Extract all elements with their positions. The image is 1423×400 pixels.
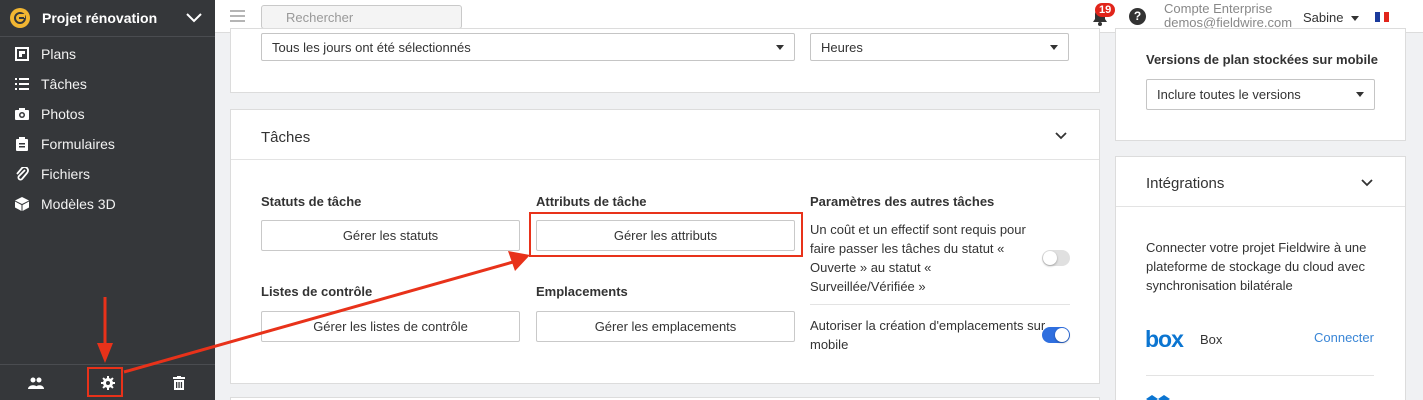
chevron-down-icon[interactable] (1361, 179, 1373, 187)
cost-effort-required-text: Un coût et un effectif sont requis pour … (810, 222, 1026, 294)
other-task-settings-label: Paramètres des autres tâches (810, 194, 995, 209)
chevron-down-icon[interactable] (1055, 132, 1067, 140)
tasks-card-title: Tâches (261, 129, 311, 146)
toggle-knob (1043, 251, 1057, 265)
divider (231, 159, 1099, 160)
divider (1116, 206, 1405, 207)
sidebar-nav: Plans Tâches Photos Formulaires Fichiers… (0, 37, 215, 219)
mobile-versions-title: Versions de plan stockées sur mobile (1146, 52, 1378, 67)
box-logo: box (1145, 326, 1184, 352)
notification-badge: 19 (1095, 3, 1116, 17)
cube-icon (14, 196, 30, 212)
settings-highlight-box (87, 367, 123, 397)
divider (1146, 375, 1374, 376)
search-box (261, 5, 462, 29)
sidebar-item-files[interactable]: Fichiers (0, 159, 215, 189)
cost-effort-required-toggle[interactable] (1042, 250, 1070, 266)
sidebar-item-label: Modèles 3D (41, 196, 116, 212)
checklists-label: Listes de contrôle (261, 284, 373, 299)
mobile-versions-card: Versions de plan stockées sur mobile Inc… (1115, 28, 1406, 141)
caret-down-icon (1356, 92, 1364, 97)
toggle-knob (1055, 328, 1069, 342)
chevron-down-icon[interactable] (183, 7, 205, 29)
sidebar-item-plans[interactable]: Plans (0, 39, 215, 69)
user-menu[interactable]: Sabine (1303, 10, 1360, 25)
sidebar: Projet rénovation Plans Tâches Photos Fo… (0, 0, 215, 400)
dropbox-icon (1146, 395, 1170, 400)
integrations-title: Intégrations (1146, 175, 1225, 192)
account-type: Compte Enterprise (1164, 1, 1273, 16)
sidebar-item-forms[interactable]: Formulaires (0, 129, 215, 159)
mobile-locations-toggle[interactable] (1042, 327, 1070, 343)
list-icon (14, 76, 30, 92)
sidebar-item-label: Tâches (41, 76, 87, 92)
sidebar-item-tasks[interactable]: Tâches (0, 69, 215, 99)
caret-down-icon (1050, 44, 1058, 50)
manage-locations-button[interactable]: Gérer les emplacements (536, 311, 795, 342)
paperclip-icon (14, 166, 30, 182)
sidebar-item-label: Formulaires (41, 136, 115, 152)
mobile-versions-value: Inclure toutes le versions (1157, 87, 1301, 102)
sidebar-item-3d-models[interactable]: Modèles 3D (0, 189, 215, 219)
mobile-versions-select[interactable]: Inclure toutes le versions (1146, 79, 1375, 110)
attributes-highlight-box (529, 212, 803, 257)
sidebar-item-photos[interactable]: Photos (0, 99, 215, 129)
time-unit-select[interactable]: Heures (810, 33, 1069, 61)
hamburger-menu-icon[interactable] (230, 10, 245, 25)
divider (810, 304, 1070, 305)
mobile-locations-text: Autoriser la création d'emplacements sur… (810, 318, 1046, 352)
team-icon[interactable] (0, 365, 72, 400)
caret-down-icon (776, 44, 784, 50)
camera-icon (14, 106, 30, 122)
trash-icon[interactable] (143, 365, 215, 400)
account-info[interactable]: Compte Enterprise demos@fieldwire.com (1164, 2, 1292, 30)
working-days-value: Tous les jours ont été sélectionnés (272, 39, 471, 55)
search-input[interactable] (286, 9, 462, 25)
task-statuses-label: Statuts de tâche (261, 194, 362, 209)
project-name: Projet rénovation (42, 10, 158, 26)
language-flag-icon[interactable] (1375, 12, 1390, 22)
sidebar-item-label: Fichiers (41, 166, 91, 182)
integrations-description: Connecter votre projet Fieldwire à une p… (1146, 240, 1367, 293)
project-switcher[interactable]: Projet rénovation (0, 0, 215, 37)
time-unit-value: Heures (821, 39, 863, 55)
user-name: Sabine (1303, 10, 1344, 25)
schedule-card: Tous les jours ont été sélectionnés Heur… (230, 28, 1100, 93)
task-attributes-label: Attributs de tâche (536, 194, 647, 209)
integrations-card: Intégrations Connecter votre projet Fiel… (1115, 156, 1406, 400)
project-logo-icon (10, 8, 30, 28)
manage-checklists-button[interactable]: Gérer les listes de contrôle (261, 311, 520, 342)
caret-down-icon (1351, 16, 1360, 22)
plans-icon (14, 46, 30, 62)
sidebar-item-label: Photos (41, 106, 85, 122)
help-icon[interactable]: ? (1129, 8, 1146, 25)
integration-name: Box (1200, 332, 1223, 347)
sidebar-item-label: Plans (41, 46, 77, 62)
manage-statuses-button[interactable]: Gérer les statuts (261, 220, 520, 251)
connect-box-link[interactable]: Connecter (1314, 330, 1374, 345)
working-days-select[interactable]: Tous les jours ont été sélectionnés (261, 33, 795, 61)
clipboard-icon (14, 136, 30, 152)
locations-label: Emplacements (536, 284, 628, 299)
